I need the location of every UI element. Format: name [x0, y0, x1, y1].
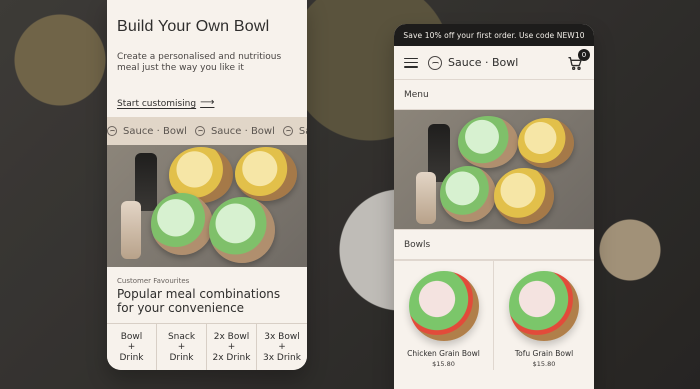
left-phone-screen: Build Your Own Bowl Create a personalise…	[107, 0, 307, 370]
combo-buttons: Bowl + Drink Snack + Drink 2x Bowl + 2x …	[107, 323, 307, 370]
bowl-image	[151, 193, 213, 255]
product-image	[509, 271, 579, 341]
promo-banner: Save 10% off your first order. Use code …	[394, 24, 594, 46]
top-nav: Sauce · Bowl 0	[394, 46, 594, 80]
bowl-image	[494, 168, 554, 224]
menu-photo	[394, 110, 594, 230]
combo-3x-bowl-3x-drink-button[interactable]: 3x Bowl + 3x Drink	[257, 324, 307, 370]
sauce-bowl-logo-icon	[282, 126, 293, 136]
right-phone-screen: Save 10% off your first order. Use code …	[394, 24, 594, 389]
bowl-image	[440, 166, 496, 222]
product-card[interactable]: Chicken Grain Bowl $15.80	[394, 261, 494, 370]
sauce-bowl-logo-icon	[428, 55, 442, 70]
product-card[interactable]: Tofu Grain Bowl $15.80	[494, 261, 594, 370]
product-name: Chicken Grain Bowl	[407, 349, 480, 358]
product-price: $15.80	[432, 360, 455, 368]
brand-name: Sauce · Bowl	[448, 56, 519, 69]
cart-count-badge: 0	[578, 48, 590, 61]
page-title: Build Your Own Bowl	[117, 18, 270, 35]
bottle-image	[121, 201, 141, 259]
brand-marquee: Sauce · Bowl Sauce · Bowl Sauce · Bowl	[107, 117, 307, 145]
hero-subtitle: Create a personalised and nutritious mea…	[117, 52, 282, 74]
bowl-image	[209, 197, 275, 263]
bowl-image	[458, 116, 518, 168]
cart-button[interactable]: 0	[566, 48, 590, 71]
marquee-item: Sauce · Bowl	[194, 126, 275, 137]
combo-snack-drink-button[interactable]: Snack + Drink	[157, 324, 207, 370]
sauce-bowl-logo-icon	[194, 126, 205, 136]
menu-heading: Menu	[394, 80, 594, 110]
marquee-item: Sauce · Bowl	[107, 126, 187, 137]
bowls-heading: Bowls	[394, 230, 594, 260]
brand[interactable]: Sauce · Bowl	[418, 55, 566, 70]
product-image	[408, 271, 479, 341]
product-price: $15.80	[532, 360, 556, 368]
combo-2x-bowl-2x-drink-button[interactable]: 2x Bowl + 2x Drink	[207, 324, 257, 370]
build-your-own-section: Build Your Own Bowl Create a personalise…	[107, 0, 307, 117]
bowl-image	[518, 118, 574, 168]
marquee-item: Sauce · Bowl	[282, 126, 307, 137]
meal-photo	[107, 145, 307, 267]
bottle-image	[416, 172, 436, 224]
product-name: Tofu Grain Bowl	[514, 349, 574, 358]
background-photo	[0, 0, 700, 389]
favourites-title: Popular meal combinations for your conve…	[117, 287, 281, 316]
sauce-bowl-logo-icon	[107, 126, 117, 136]
hamburger-menu-icon[interactable]	[404, 57, 418, 68]
bowl-image	[235, 147, 297, 201]
combo-bowl-drink-button[interactable]: Bowl + Drink	[107, 324, 157, 370]
start-customising-link[interactable]: Start customising ⟶	[117, 97, 215, 109]
customer-favourites: Customer Favourites Popular meal combina…	[107, 267, 307, 323]
bowls-grid: Chicken Grain Bowl $15.80 Tofu Grain Bow…	[394, 260, 594, 370]
start-customising-label: Start customising	[117, 98, 197, 109]
favourites-kicker: Customer Favourites	[117, 277, 190, 285]
arrow-right-icon: ⟶	[200, 97, 215, 108]
